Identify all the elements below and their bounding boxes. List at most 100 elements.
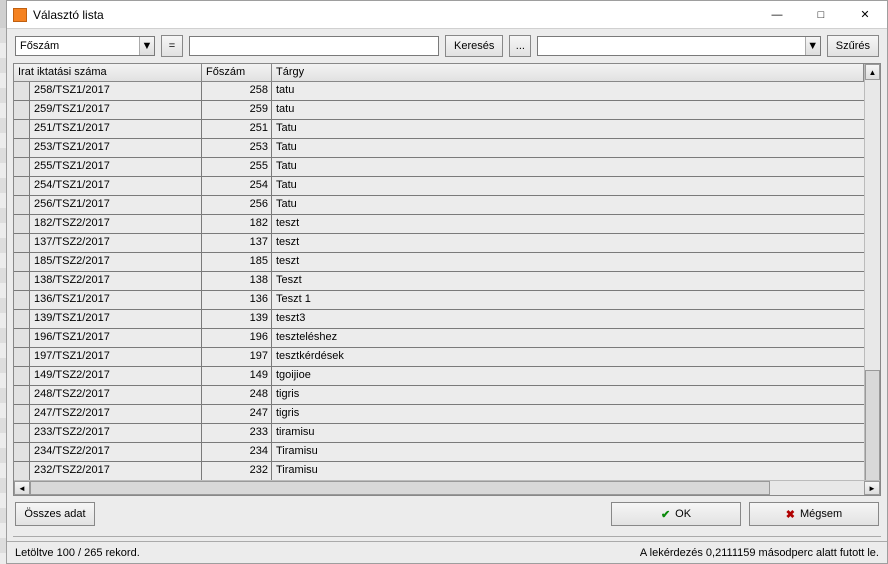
row-selector[interactable] <box>14 158 30 176</box>
cell-iktszam: 233/TSZ2/2017 <box>30 424 202 442</box>
table-row[interactable]: 254/TSZ1/2017254Tatu <box>14 177 880 196</box>
table-row[interactable]: 139/TSZ1/2017139teszt3 <box>14 310 880 329</box>
status-left: Letöltve 100 / 265 rekord. <box>15 547 140 559</box>
table-row[interactable]: 232/TSZ2/2017232Tiramisu <box>14 462 880 480</box>
statusbar: Letöltve 100 / 265 rekord. A lekérdezés … <box>7 541 887 563</box>
row-selector[interactable] <box>14 196 30 214</box>
cell-iktszam: 138/TSZ2/2017 <box>30 272 202 290</box>
row-selector[interactable] <box>14 215 30 233</box>
ok-button[interactable]: OK <box>611 502 741 526</box>
cell-targy: Tatu <box>272 158 880 176</box>
cell-foszam: 255 <box>202 158 272 176</box>
cell-targy: Teszt 1 <box>272 291 880 309</box>
row-selector[interactable] <box>14 272 30 290</box>
cell-targy: teszt <box>272 215 880 233</box>
cell-iktszam: 259/TSZ1/2017 <box>30 101 202 119</box>
cell-foszam: 253 <box>202 139 272 157</box>
scroll-left-icon[interactable]: ◄ <box>14 481 30 495</box>
cell-iktszam: 139/TSZ1/2017 <box>30 310 202 328</box>
cell-targy: teszt <box>272 234 880 252</box>
table-row[interactable]: 185/TSZ2/2017185teszt <box>14 253 880 272</box>
cell-foszam: 248 <box>202 386 272 404</box>
table-row[interactable]: 247/TSZ2/2017247tigris <box>14 405 880 424</box>
chevron-down-icon: ▼ <box>139 37 154 55</box>
equals-button[interactable]: = <box>161 35 183 57</box>
table-row[interactable]: 256/TSZ1/2017256Tatu <box>14 196 880 215</box>
data-grid: Irat iktatási száma Főszám Tárgy 258/TSZ… <box>13 63 881 496</box>
cell-targy: tgoijioe <box>272 367 880 385</box>
cell-iktszam: 182/TSZ2/2017 <box>30 215 202 233</box>
table-row[interactable]: 258/TSZ1/2017258tatu <box>14 82 880 101</box>
cell-iktszam: 251/TSZ1/2017 <box>30 120 202 138</box>
table-row[interactable]: 255/TSZ1/2017255Tatu <box>14 158 880 177</box>
row-selector[interactable] <box>14 405 30 423</box>
table-row[interactable]: 234/TSZ2/2017234Tiramisu <box>14 443 880 462</box>
more-button[interactable]: ... <box>509 35 531 57</box>
column-header-targy[interactable]: Tárgy <box>272 64 864 82</box>
cell-foszam: 182 <box>202 215 272 233</box>
table-row[interactable]: 248/TSZ2/2017248tigris <box>14 386 880 405</box>
cell-iktszam: 137/TSZ2/2017 <box>30 234 202 252</box>
row-selector[interactable] <box>14 82 30 100</box>
field-select[interactable]: Főszám ▼ <box>15 36 155 56</box>
row-selector[interactable] <box>14 101 30 119</box>
filter-select[interactable]: ▼ <box>537 36 820 56</box>
row-selector[interactable] <box>14 253 30 271</box>
window-title: Választó lista <box>33 8 104 22</box>
table-row[interactable]: 253/TSZ1/2017253Tatu <box>14 139 880 158</box>
vertical-scrollbar[interactable]: ▲ ▼ <box>864 64 880 480</box>
row-selector[interactable] <box>14 386 30 404</box>
row-selector[interactable] <box>14 120 30 138</box>
cell-iktszam: 185/TSZ2/2017 <box>30 253 202 271</box>
horizontal-scrollbar[interactable]: ◄ ► <box>14 480 880 495</box>
row-selector[interactable] <box>14 462 30 480</box>
filter-button[interactable]: Szűrés <box>827 35 879 57</box>
table-row[interactable]: 182/TSZ2/2017182teszt <box>14 215 880 234</box>
row-selector[interactable] <box>14 329 30 347</box>
cell-foszam: 234 <box>202 443 272 461</box>
cell-foszam: 149 <box>202 367 272 385</box>
field-select-value: Főszám <box>20 40 59 52</box>
search-button[interactable]: Keresés <box>445 35 503 57</box>
table-row[interactable]: 137/TSZ2/2017137teszt <box>14 234 880 253</box>
row-selector[interactable] <box>14 367 30 385</box>
table-row[interactable]: 196/TSZ1/2017196teszteléshez <box>14 329 880 348</box>
row-selector[interactable] <box>14 310 30 328</box>
cell-iktszam: 136/TSZ1/2017 <box>30 291 202 309</box>
maximize-button[interactable]: □ <box>799 1 843 29</box>
search-toolbar: Főszám ▼ = Keresés ... ▼ Szűrés <box>7 29 887 63</box>
column-header-foszam[interactable]: Főszám <box>202 64 272 82</box>
cell-foszam: 251 <box>202 120 272 138</box>
minimize-button[interactable]: ― <box>755 1 799 29</box>
row-selector[interactable] <box>14 443 30 461</box>
row-selector[interactable] <box>14 177 30 195</box>
table-row[interactable]: 149/TSZ2/2017149tgoijioe <box>14 367 880 386</box>
table-row[interactable]: 233/TSZ2/2017233tiramisu <box>14 424 880 443</box>
row-selector[interactable] <box>14 348 30 366</box>
close-button[interactable]: ✕ <box>843 1 887 29</box>
table-row[interactable]: 259/TSZ1/2017259tatu <box>14 101 880 120</box>
scroll-up-icon[interactable]: ▲ <box>865 64 880 80</box>
table-row[interactable]: 138/TSZ2/2017138Teszt <box>14 272 880 291</box>
column-header-iktszam[interactable]: Irat iktatási száma <box>14 64 202 82</box>
scroll-thumb-h[interactable] <box>30 481 770 495</box>
all-data-button[interactable]: Összes adat <box>15 502 95 526</box>
table-row[interactable]: 136/TSZ1/2017136Teszt 1 <box>14 291 880 310</box>
search-input[interactable] <box>189 36 439 56</box>
cell-foszam: 196 <box>202 329 272 347</box>
scroll-thumb[interactable] <box>865 370 880 490</box>
table-row[interactable]: 197/TSZ1/2017197tesztkérdések <box>14 348 880 367</box>
cancel-button[interactable]: Mégsem <box>749 502 879 526</box>
cell-foszam: 259 <box>202 101 272 119</box>
row-selector[interactable] <box>14 139 30 157</box>
table-row[interactable]: 251/TSZ1/2017251Tatu <box>14 120 880 139</box>
cell-iktszam: 256/TSZ1/2017 <box>30 196 202 214</box>
row-selector[interactable] <box>14 234 30 252</box>
cell-iktszam: 149/TSZ2/2017 <box>30 367 202 385</box>
scroll-right-icon[interactable]: ► <box>864 481 880 495</box>
row-selector[interactable] <box>14 424 30 442</box>
row-selector[interactable] <box>14 291 30 309</box>
dialog-buttons: Összes adat OK Mégsem <box>7 496 887 532</box>
cell-targy: tesztkérdések <box>272 348 880 366</box>
cell-foszam: 247 <box>202 405 272 423</box>
